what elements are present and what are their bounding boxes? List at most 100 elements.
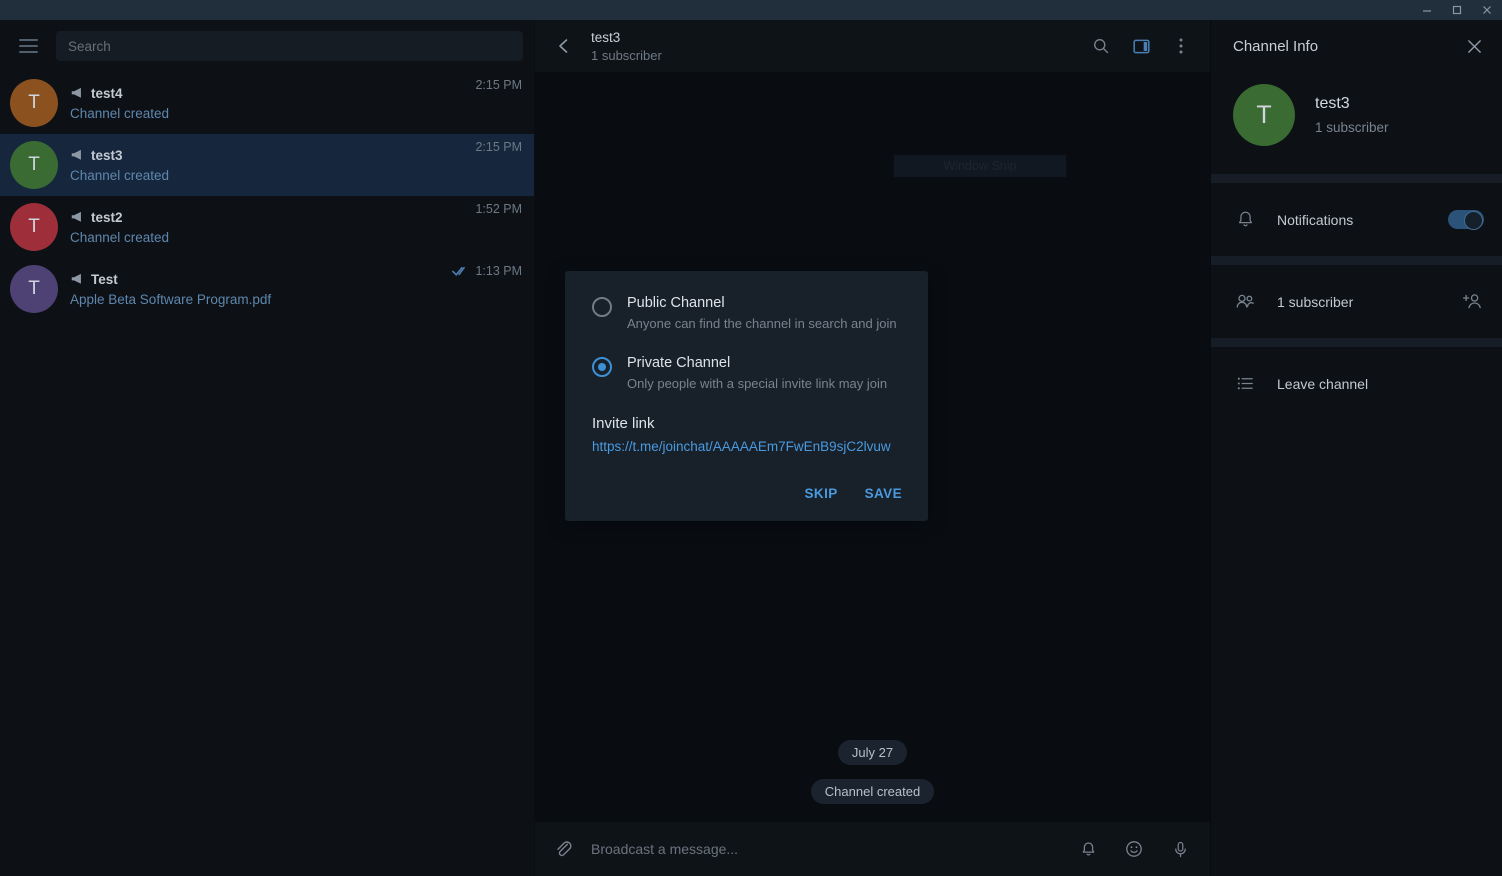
chat-list-item[interactable]: T test4 Channel created 2:15 PM <box>0 72 534 134</box>
info-item-label: Leave channel <box>1277 376 1484 392</box>
chat-item-name: test2 <box>91 210 123 225</box>
channel-subtitle: 1 subscriber <box>1315 120 1389 135</box>
chat-item-status: 2:15 PM <box>475 78 522 92</box>
notifications-toggle[interactable] <box>1448 210 1484 229</box>
chat-item-titleline: Test <box>70 272 440 287</box>
chat-item-meta: test2 Channel created <box>70 210 463 245</box>
chat-item-meta: test3 Channel created <box>70 148 463 183</box>
info-item-notifications[interactable]: Notifications <box>1211 183 1502 256</box>
add-subscriber-icon[interactable] <box>1460 290 1484 314</box>
channel-name: test3 <box>1315 95 1389 113</box>
info-panel-header: Channel Info <box>1211 20 1502 72</box>
info-item-label: 1 subscriber <box>1277 294 1440 310</box>
option-public-description: Anyone can find the channel in search an… <box>627 316 897 331</box>
date-divider: July 27 <box>838 740 907 765</box>
channel-profile: T test3 1 subscriber <box>1211 72 1502 174</box>
close-button[interactable] <box>1472 0 1502 20</box>
chat-item-titleline: test3 <box>70 148 463 163</box>
avatar: T <box>1233 84 1295 146</box>
megaphone-icon <box>70 272 84 286</box>
service-message: Channel created <box>811 779 934 804</box>
chat-item-name: test3 <box>91 148 123 163</box>
chat-item-preview: Channel created <box>70 230 463 245</box>
bell-icon[interactable] <box>1074 835 1102 863</box>
search-row <box>0 20 534 72</box>
conversation-subtitle: 1 subscriber <box>591 48 1078 63</box>
option-private-channel[interactable]: Private Channel Only people with a speci… <box>592 355 902 391</box>
option-private-description: Only people with a special invite link m… <box>627 376 887 391</box>
info-item-label: Notifications <box>1277 212 1428 228</box>
double-check-icon <box>452 265 469 277</box>
message-composer <box>535 822 1210 876</box>
message-input[interactable] <box>591 841 1060 857</box>
invite-link-value[interactable]: https://t.me/joinchat/AAAAAEm7FwEnB9sjC2… <box>592 437 902 456</box>
chat-list-panel: T test4 Channel created 2:15 PM <box>0 20 535 876</box>
avatar: T <box>10 265 58 313</box>
message-stack: July 27 Channel created <box>535 740 1210 804</box>
search-box[interactable] <box>56 31 523 61</box>
option-public-channel[interactable]: Public Channel Anyone can find the chann… <box>592 295 902 331</box>
minimize-button[interactable] <box>1412 0 1442 20</box>
channel-type-dialog: Public Channel Anyone can find the chann… <box>565 271 928 521</box>
conversation-title: test3 <box>591 30 1078 45</box>
chat-item-preview: Apple Beta Software Program.pdf <box>70 292 440 307</box>
chat-list-item[interactable]: T test2 Channel created 1:52 PM <box>0 196 534 258</box>
search-input[interactable] <box>68 39 511 54</box>
megaphone-icon <box>70 86 84 100</box>
megaphone-icon <box>70 148 84 162</box>
divider <box>1211 338 1502 347</box>
chat-item-status: 1:13 PM <box>452 264 522 278</box>
divider <box>1211 174 1502 183</box>
invite-link-title: Invite link <box>592 415 902 432</box>
option-public-text: Public Channel Anyone can find the chann… <box>627 295 897 331</box>
chat-item-preview: Channel created <box>70 168 463 183</box>
composer-actions <box>1074 835 1194 863</box>
back-arrow-icon[interactable] <box>547 29 581 63</box>
window-titlebar <box>0 0 1502 20</box>
window-snip-overlay: Window Snip <box>894 155 1066 177</box>
conversation-titles[interactable]: test3 1 subscriber <box>591 30 1078 63</box>
chat-item-titleline: test4 <box>70 86 463 101</box>
chat-item-meta: test4 Channel created <box>70 86 463 121</box>
option-public-label: Public Channel <box>627 295 897 311</box>
megaphone-icon <box>70 210 84 224</box>
people-icon <box>1233 290 1257 314</box>
list-icon <box>1233 372 1257 396</box>
skip-button[interactable]: SKIP <box>805 486 838 501</box>
chat-item-name: test4 <box>91 86 123 101</box>
channel-info-panel: Channel Info T test3 1 subscriber Notifi… <box>1210 20 1502 876</box>
maximize-button[interactable] <box>1442 0 1472 20</box>
chat-item-name: Test <box>91 272 118 287</box>
radio-public-channel[interactable] <box>592 297 612 317</box>
bell-icon <box>1233 208 1257 232</box>
panel-toggle-icon[interactable] <box>1128 33 1154 59</box>
dialog-actions: SKIP SAVE <box>592 486 902 507</box>
conversation-panel: test3 1 subscriber Window Snip <box>535 20 1210 876</box>
telegram-window: T test4 Channel created 2:15 PM <box>0 0 1502 876</box>
option-private-text: Private Channel Only people with a speci… <box>627 355 887 391</box>
conversation-header: test3 1 subscriber <box>535 20 1210 72</box>
chat-item-preview: Channel created <box>70 106 463 121</box>
info-item-leave-channel[interactable]: Leave channel <box>1211 347 1502 420</box>
chat-item-time: 2:15 PM <box>475 78 522 92</box>
avatar: T <box>10 203 58 251</box>
channel-identity: test3 1 subscriber <box>1315 95 1389 135</box>
close-icon[interactable] <box>1460 32 1488 60</box>
chat-item-meta: Test Apple Beta Software Program.pdf <box>70 272 440 307</box>
chat-item-time: 1:52 PM <box>475 202 522 216</box>
attach-icon[interactable] <box>549 835 577 863</box>
conversation-header-actions <box>1088 33 1194 59</box>
save-button[interactable]: SAVE <box>865 486 902 501</box>
microphone-icon[interactable] <box>1166 835 1194 863</box>
more-options-icon[interactable] <box>1168 33 1194 59</box>
hamburger-menu-icon[interactable] <box>14 32 42 60</box>
chat-list[interactable]: T test4 Channel created 2:15 PM <box>0 72 534 876</box>
chat-list-item-selected[interactable]: T test3 Channel created 2:15 PM <box>0 134 534 196</box>
avatar: T <box>10 141 58 189</box>
option-private-label: Private Channel <box>627 355 887 371</box>
emoji-icon[interactable] <box>1120 835 1148 863</box>
info-item-subscribers[interactable]: 1 subscriber <box>1211 265 1502 338</box>
chat-list-item[interactable]: T Test Apple Beta Software Program.pdf <box>0 258 534 320</box>
search-icon[interactable] <box>1088 33 1114 59</box>
radio-private-channel[interactable] <box>592 357 612 377</box>
